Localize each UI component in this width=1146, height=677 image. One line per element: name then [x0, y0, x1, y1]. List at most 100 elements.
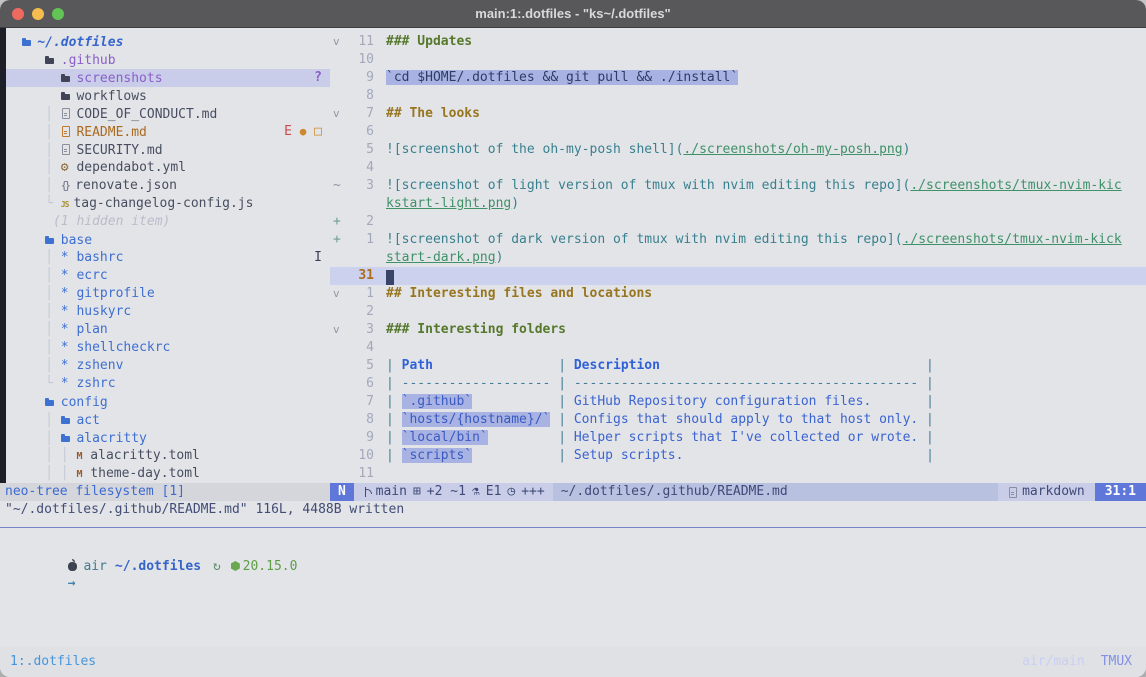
editor-line[interactable]: 11 — [330, 465, 1146, 483]
editor-line[interactable]: 4 — [330, 339, 1146, 357]
tmux-window-name[interactable]: 1:.dotfiles — [10, 653, 96, 671]
tree-item-ecrc[interactable]: │ * ecrc — [6, 267, 330, 285]
line-number: 6 — [344, 375, 374, 393]
line-number — [344, 249, 374, 267]
neotree-panel: ~/.dotfiles .github screenshots? workflo… — [0, 28, 330, 483]
tree-item-huskyrc[interactable]: │ * huskyrc — [6, 303, 330, 321]
line-text — [386, 51, 1146, 69]
file-icon — [61, 141, 69, 157]
editor-line[interactable]: 7| `.github` | GitHub Repository configu… — [330, 393, 1146, 411]
tree-hidden-count[interactable]: (1 hidden item) — [6, 213, 330, 231]
gutter-marker — [330, 375, 344, 393]
tree-item-plan[interactable]: │ * plan — [6, 321, 330, 339]
tree-item-renovate[interactable]: │ {} renovate.json — [6, 177, 330, 195]
tree-item-config[interactable]: config — [6, 393, 330, 411]
terminal-empty-area — [0, 575, 1146, 647]
line-number: 5 — [344, 357, 374, 375]
tree-item-gitprofile[interactable]: │ * gitprofile — [6, 285, 330, 303]
editor-line[interactable]: 4 — [330, 159, 1146, 177]
editor-line[interactable]: 8 — [330, 87, 1146, 105]
prompt-path: ~/.dotfiles — [115, 559, 201, 574]
editor-line[interactable]: v3### Interesting folders — [330, 321, 1146, 339]
editor-rows: v11### Updates109`cd $HOME/.dotfiles && … — [330, 33, 1146, 483]
statusline-filepath: ~/.dotfiles/.github/README.md — [553, 483, 999, 501]
tree-item-base[interactable]: base — [6, 231, 330, 249]
line-text — [386, 123, 1146, 141]
editor-line[interactable]: +2 — [330, 213, 1146, 231]
editor-pane[interactable]: v11### Updates109`cd $HOME/.dotfiles && … — [330, 28, 1146, 483]
dotfile-icon: * — [61, 358, 69, 373]
folder-icon — [45, 231, 53, 247]
line-number: 4 — [344, 339, 374, 357]
editor-line[interactable]: kstart-light.png) — [330, 195, 1146, 213]
tree-item-tag-changelog[interactable]: └ JS tag-changelog-config.js — [6, 195, 330, 213]
dotfile-icon: * — [61, 304, 69, 319]
fold-marker: v — [330, 285, 344, 303]
editor-line[interactable]: 10 — [330, 51, 1146, 69]
editor-line[interactable]: start-dark.png) — [330, 249, 1146, 267]
lualine-statusline: N main⊞+2 ~1⚗E1◷+++ ~/.dotfiles/.github/… — [330, 483, 1146, 501]
dotfile-icon: * — [61, 286, 69, 301]
gutter-marker — [330, 465, 344, 483]
line-number: 4 — [344, 159, 374, 177]
apple-icon — [68, 557, 76, 573]
tree-item-readme[interactable]: │ README.mdE ● □ — [6, 123, 330, 141]
editor-line[interactable]: 5![screenshot of the oh-my-posh shell](.… — [330, 141, 1146, 159]
editor-line[interactable]: v11### Updates — [330, 33, 1146, 51]
editor-line[interactable]: 6 — [330, 123, 1146, 141]
dotfile-icon: * — [61, 268, 69, 283]
editor-line[interactable]: 6| ------------------- | ---------------… — [330, 375, 1146, 393]
tree-item-workflows[interactable]: workflows — [6, 87, 330, 105]
titlebar[interactable]: main:1:.dotfiles - "ks~/.dotfiles" — [0, 0, 1146, 28]
tree-item-theme-day-toml[interactable]: │ │ M theme-day.toml — [6, 465, 330, 483]
diagnostics-count: E1 — [486, 483, 502, 501]
line-number: 11 — [344, 33, 374, 51]
tmux-statusbar: 1:.dotfiles air/main TMUX — [0, 647, 1146, 677]
editor-line[interactable]: 9| `local/bin` | Helper scripts that I'v… — [330, 429, 1146, 447]
editor-line[interactable]: 8| `hosts/{hostname}/` | Configs that sh… — [330, 411, 1146, 429]
tree-item-act[interactable]: │ act — [6, 411, 330, 429]
editor-line[interactable]: ~3![screenshot of light version of tmux … — [330, 177, 1146, 195]
line-text — [386, 303, 1146, 321]
tree-item-screenshots[interactable]: screenshots? — [6, 69, 330, 87]
gear-icon: ⚙ — [61, 160, 69, 175]
editor-line[interactable]: +1![screenshot of dark version of tmux w… — [330, 231, 1146, 249]
editor-line[interactable]: v7## The looks — [330, 105, 1146, 123]
tree-item-dotfiles-root[interactable]: ~/.dotfiles — [6, 33, 330, 51]
tree-item-alacritty-toml[interactable]: │ │ M alacritty.toml — [6, 447, 330, 465]
line-number: 5 — [344, 141, 374, 159]
tree-item-github[interactable]: .github — [6, 51, 330, 69]
minimize-button[interactable] — [32, 8, 44, 20]
dotfile-icon: * — [61, 250, 69, 265]
tree-item-zshenv[interactable]: │ * zshenv — [6, 357, 330, 375]
line-number: 1 — [344, 285, 374, 303]
folder-icon — [61, 411, 69, 427]
tree-item-code-of-conduct[interactable]: │ CODE_OF_CONDUCT.md — [6, 105, 330, 123]
statusline-git-info: main⊞+2 ~1⚗E1◷+++ — [354, 483, 553, 501]
tree-item-security[interactable]: │ SECURITY.md — [6, 141, 330, 159]
close-button[interactable] — [12, 8, 24, 20]
editor-line[interactable]: 9`cd $HOME/.dotfiles && git pull && ./in… — [330, 69, 1146, 87]
gutter-marker — [330, 69, 344, 87]
shell-pane[interactable]: air~/.dotfiles↻20.15.0 → — [0, 527, 1146, 575]
line-number: 2 — [344, 213, 374, 231]
line-text — [386, 159, 1146, 177]
tree-item-dependabot[interactable]: │ ⚙ dependabot.yml — [6, 159, 330, 177]
fullscreen-button[interactable] — [52, 8, 64, 20]
editor-line[interactable]: 10| `scripts` | Setup scripts. | — [330, 447, 1146, 465]
tree-item-shellcheckrc[interactable]: │ * shellcheckrc — [6, 339, 330, 357]
editor-line[interactable]: 2 — [330, 303, 1146, 321]
git-untracked-badge: ? — [314, 70, 322, 85]
fold-marker: v — [330, 105, 344, 123]
tree-item-alacritty[interactable]: │ alacritty — [6, 429, 330, 447]
window-title: main:1:.dotfiles - "ks~/.dotfiles" — [475, 6, 670, 21]
editor-line[interactable]: 31 — [330, 267, 1146, 285]
editor-line[interactable]: v1## Interesting files and locations — [330, 285, 1146, 303]
editor-line[interactable]: 5| Path | Description | — [330, 357, 1146, 375]
line-text: | `scripts` | Setup scripts. | — [386, 447, 1146, 465]
line-text: ![screenshot of dark version of tmux wit… — [386, 231, 1146, 249]
gutter-marker — [330, 303, 344, 321]
tree-item-bashrc[interactable]: │ * bashrcI — [6, 249, 330, 267]
tree-item-zshrc[interactable]: └ * zshrc — [6, 375, 330, 393]
folder-icon — [61, 69, 69, 85]
